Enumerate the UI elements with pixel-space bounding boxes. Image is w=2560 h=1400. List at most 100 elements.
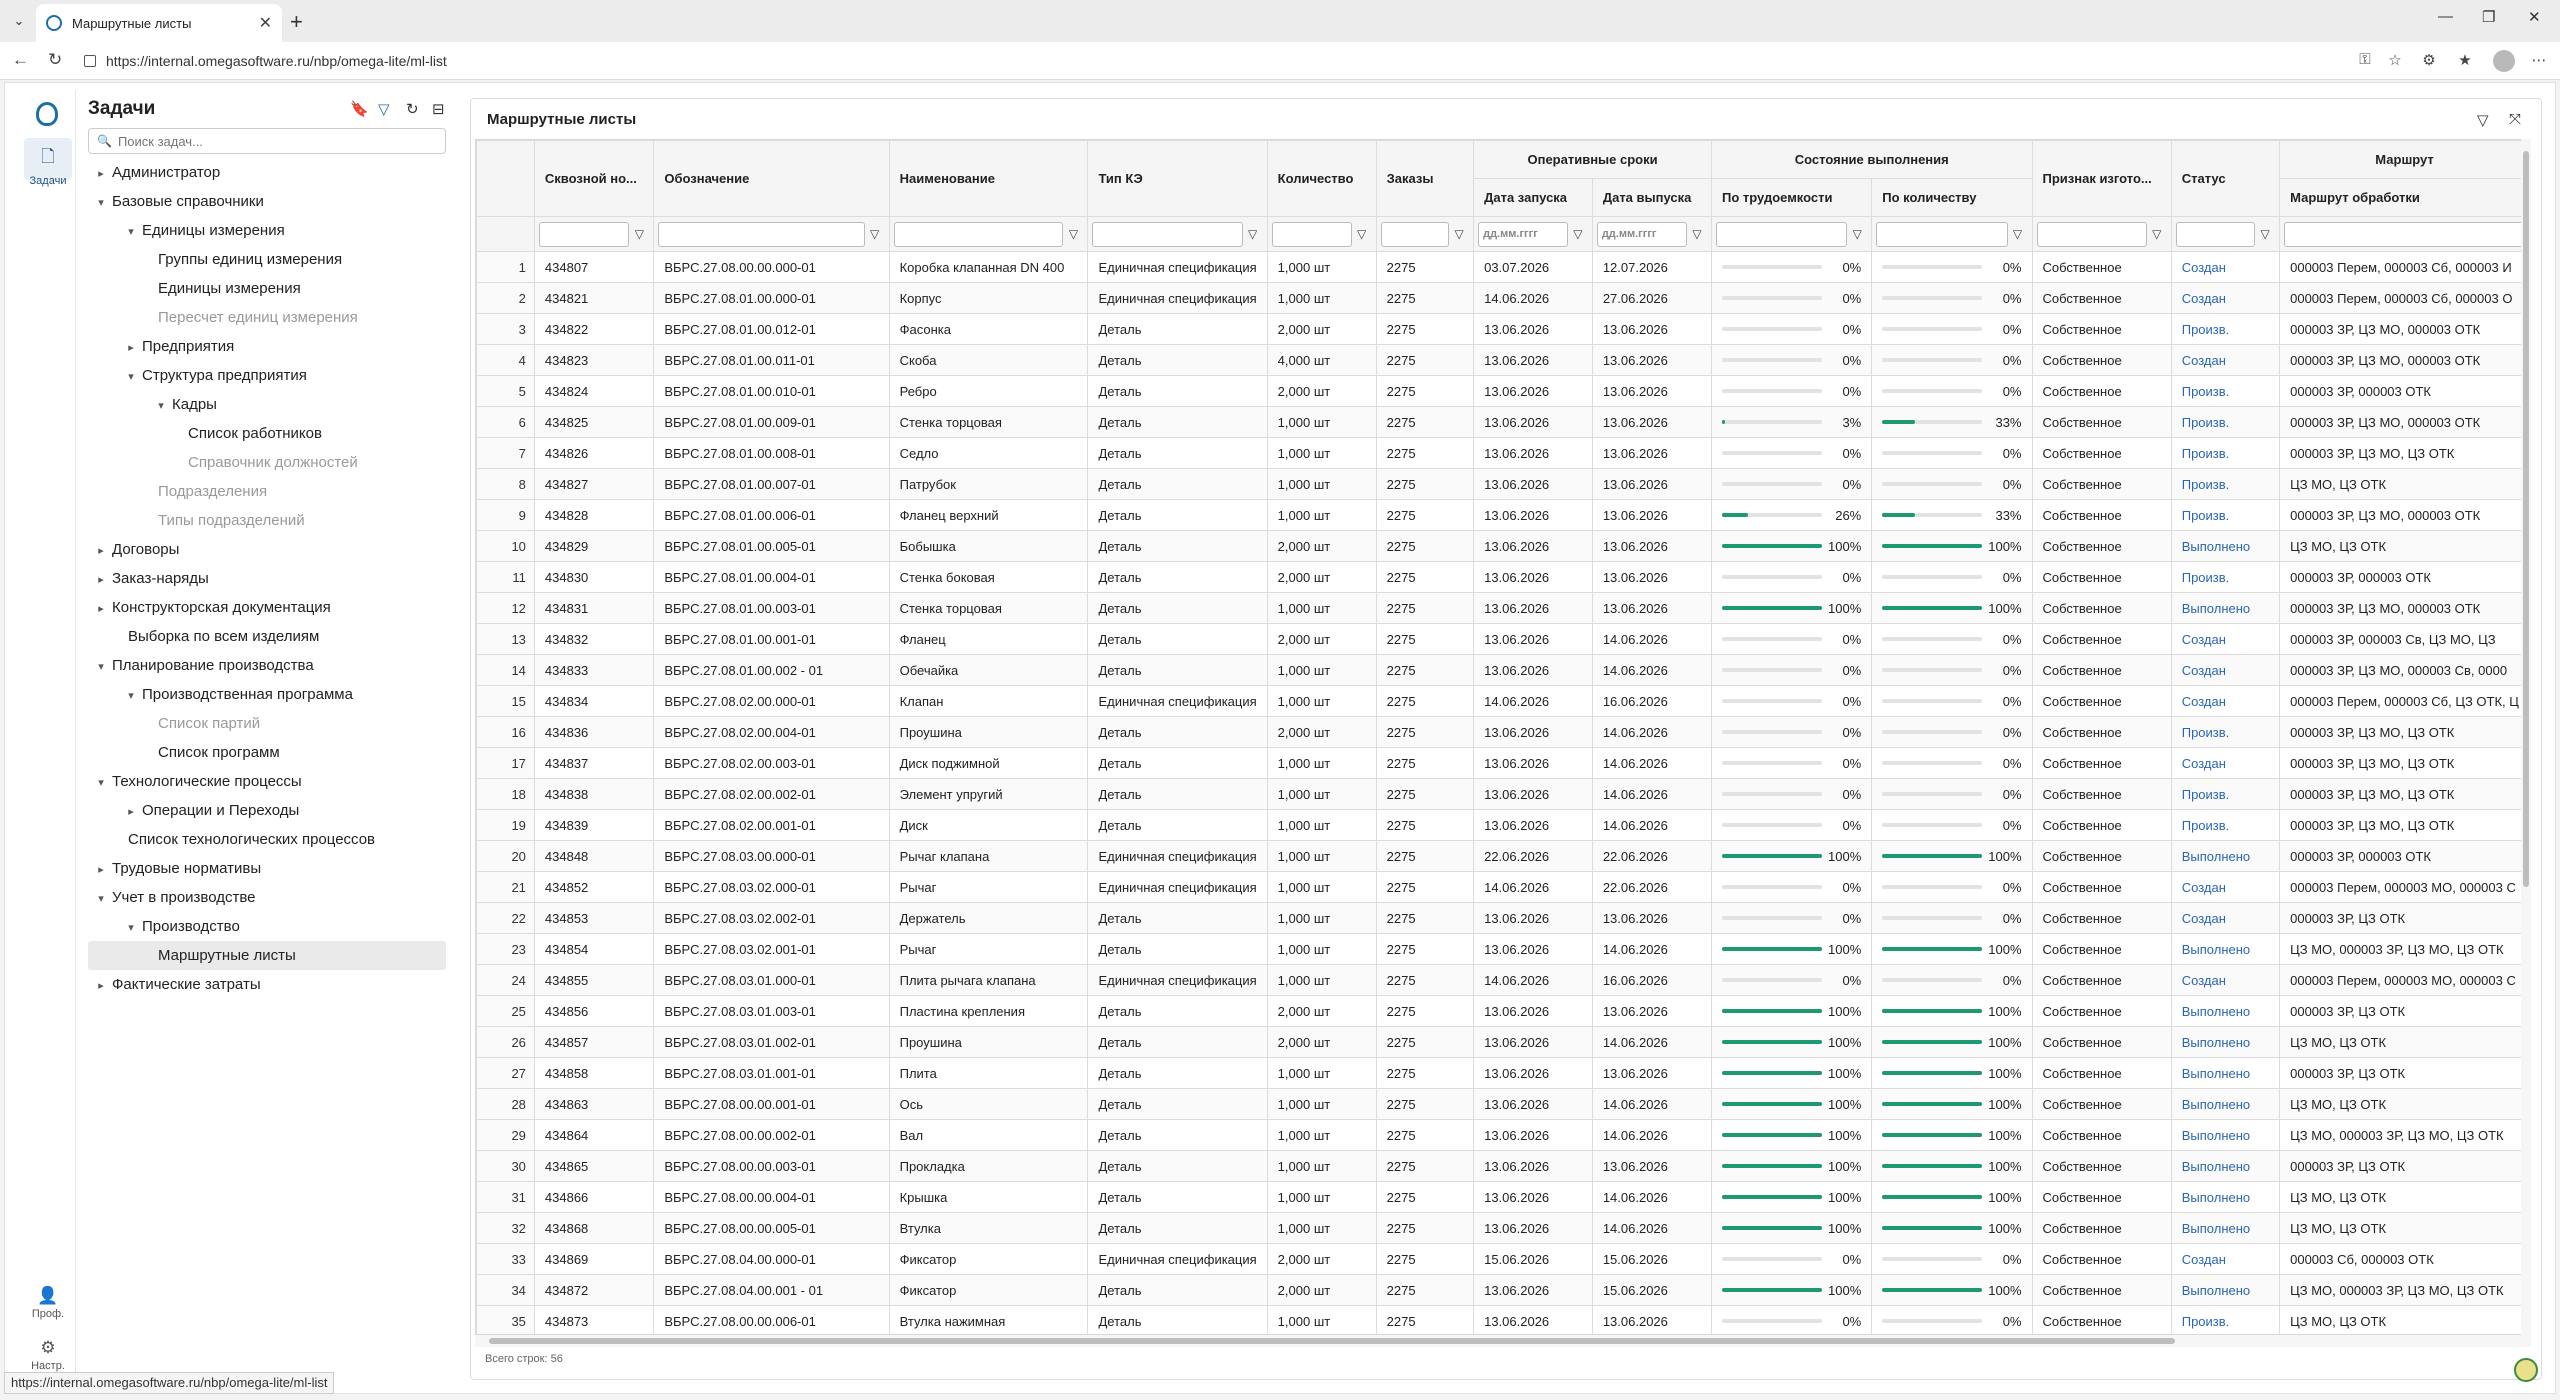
table-row[interactable]: 33 434869 ВБРС.27.08.04.00.000-01 Фиксатор Е… [476,1243,2530,1275]
col-make-sign[interactable]: Признак изгото... [2031,140,2172,217]
browser-tab[interactable]: Маршрутные листы ✕ [36,4,282,42]
filter-icon[interactable]: ▽ [378,100,390,118]
status-link[interactable]: Выполнено [2170,530,2281,562]
col-through-no[interactable]: Сквозной но... [533,140,655,217]
filter-icon[interactable]: ▽ [2147,227,2167,241]
filter-icon[interactable]: ▽ [1243,227,1263,241]
status-link[interactable]: Выполнено [2170,592,2281,624]
status-link[interactable]: Создан [2170,623,2281,655]
status-link[interactable]: Создан [2170,964,2281,996]
filter-input-by-labor[interactable] [1716,221,1848,247]
vertical-scrollbar[interactable] [2521,139,2531,1335]
extensions-icon[interactable]: ⚙ [2420,51,2438,69]
tree-search[interactable]: 🔍 [88,128,446,154]
chevron-right-icon[interactable]: ▸ [124,334,138,363]
status-link[interactable]: Создан [2170,1243,2281,1275]
reload-icon[interactable]: ↻ [48,50,62,70]
filter-input-designation[interactable] [658,221,865,247]
tree-node[interactable]: Список программ [88,738,446,767]
bookmark-icon[interactable]: 🔖 [350,100,369,118]
table-row[interactable]: 24 434855 ВБРС.27.08.03.01.000-01 Плита рыч… [476,964,2530,996]
table-row[interactable]: 10 434829 ВБРС.27.08.01.00.005-01 Бобышка Де… [476,530,2530,562]
filter-icon[interactable]: ▽ [1568,227,1588,241]
col-qty[interactable]: Количество [1266,140,1377,217]
chevron-right-icon[interactable]: ▸ [94,856,108,885]
status-link[interactable]: Произв. [2170,468,2281,500]
tree-search-input[interactable] [117,133,438,149]
table-row[interactable]: 27 434858 ВБРС.27.08.03.01.001-01 Плита Дета… [476,1057,2530,1089]
chevron-right-icon[interactable]: ▸ [94,160,108,189]
rail-item-settings[interactable]: ⚙ Настр. [24,1332,72,1372]
table-row[interactable]: 19 434839 ВБРС.27.08.02.00.001-01 Диск Детал… [476,809,2530,841]
table-row[interactable]: 1 434807 ВБРС.27.08.00.00.000-01 Коробка кл… [476,251,2530,283]
key-icon[interactable]: ⚿ [2356,51,2374,69]
filter-icon[interactable]: ▽ [865,227,885,241]
table-row[interactable]: 6 434825 ВБРС.27.08.01.00.009-01 Стенка тор… [476,406,2530,438]
table-row[interactable]: 13 434832 ВБРС.27.08.01.00.001-01 Фланец Дет… [476,623,2530,655]
table-row[interactable]: 9 434828 ВБРС.27.08.01.00.006-01 Фланец вер… [476,499,2530,531]
tree-node[interactable]: Список партий [88,709,446,738]
filter-input-name[interactable] [893,221,1064,247]
site-info-icon[interactable] [84,55,96,67]
tree-node[interactable]: ▾ Структура предприятия [88,361,446,390]
col-orders[interactable]: Заказы [1375,140,1475,217]
tree-node[interactable]: ▾ Технологические процессы [88,767,446,796]
table-row[interactable]: 23 434854 ВБРС.27.08.03.02.001-01 Рычаг Дета… [476,933,2530,965]
filter-input-by-qty[interactable] [1876,221,2008,247]
status-link[interactable]: Выполнено [2170,995,2281,1027]
rail-item-profile[interactable]: 👤 Проф. [24,1280,72,1320]
filter-icon[interactable]: ▽ [1449,227,1469,241]
table-row[interactable]: 30 434865 ВБРС.27.08.00.00.003-01 Прокладка… [476,1150,2530,1182]
tree-node[interactable]: Справочник должностей [88,448,446,477]
status-link[interactable]: Произв. [2170,778,2281,810]
status-link[interactable]: Выполнено [2170,1057,2281,1089]
tree-node[interactable]: Типы подразделений [88,506,446,535]
table-row[interactable]: 4 434823 ВБРС.27.08.01.00.011-01 Скоба Детал… [476,344,2530,376]
chevron-right-icon[interactable]: ▸ [94,595,108,624]
horizontal-scrollbar[interactable] [475,1335,2531,1347]
table-row[interactable]: 35 434873 ВБРС.27.08.00.00.006-01 Втулка на… [476,1305,2530,1334]
table-row[interactable]: 18 434838 ВБРС.27.08.02.00.002-01 Элемент у… [476,778,2530,810]
table-row[interactable]: 3 434822 ВБРС.27.08.01.00.012-01 Фасонка Дет… [476,313,2530,345]
table-row[interactable]: 5 434824 ВБРС.27.08.01.00.010-01 Ребро Детал… [476,375,2530,407]
rail-item-tasks[interactable]: 🗋 Задачи [24,138,72,187]
refresh-icon[interactable]: ↻ [406,100,419,118]
status-link[interactable]: Произв. [2170,499,2281,531]
status-link[interactable]: Выполнено [2170,1026,2281,1058]
filter-icon[interactable]: ▽ [2477,111,2489,129]
filter-input-through-no[interactable] [538,221,630,247]
chevron-right-icon[interactable]: ▸ [94,972,108,1001]
window-close-icon[interactable]: ✕ [2528,8,2541,26]
status-link[interactable]: Выполнено [2170,1150,2281,1182]
filter-input-orders[interactable] [1380,221,1450,247]
status-link[interactable]: Выполнено [2170,1119,2281,1151]
tab-list-chevron-icon[interactable]: ⌄ [8,10,30,32]
maximize-icon[interactable]: ❐ [2482,8,2495,26]
table-row[interactable]: 22 434853 ВБРС.27.08.03.02.002-01 Держатель… [476,902,2530,934]
table-row[interactable]: 14 434833 ВБРС.27.08.01.00.002 - 01 Обечайк… [476,654,2530,686]
table-row[interactable]: 26 434857 ВБРС.27.08.03.01.002-01 Проушина Д… [476,1026,2530,1058]
col-designation[interactable]: Обозначение [653,140,890,217]
status-link[interactable]: Создан [2170,747,2281,779]
status-link[interactable]: Произв. [2170,437,2281,469]
status-link[interactable]: Произв. [2170,313,2281,345]
back-icon[interactable]: ← [12,50,29,70]
filter-input-launch-date[interactable]: дд.мм.гггг [1478,221,1568,247]
status-link[interactable]: Выполнено [2170,1088,2281,1120]
collapse-all-icon[interactable]: ⊟ [432,100,445,118]
tree-node[interactable]: Список работников [88,419,446,448]
filter-icon[interactable]: ▽ [1352,227,1372,241]
filter-icon[interactable]: ▽ [1687,227,1707,241]
tree-node[interactable]: ▾ Планирование производства [88,651,446,680]
chevron-right-icon[interactable]: ▸ [94,537,108,566]
tab-close-icon[interactable]: ✕ [259,13,272,33]
chevron-right-icon[interactable]: ▸ [124,798,138,827]
chevron-down-icon[interactable]: ▾ [94,885,108,914]
status-link[interactable]: Создан [2170,344,2281,376]
filter-icon[interactable]: ▽ [2255,227,2275,241]
tree-node[interactable]: Список технологических процессов [88,825,446,854]
chevron-down-icon[interactable]: ▾ [124,218,138,247]
collections-icon[interactable]: ★ [2456,51,2474,69]
status-link[interactable]: Произв. [2170,1305,2281,1334]
status-link[interactable]: Выполнено [2170,1181,2281,1213]
